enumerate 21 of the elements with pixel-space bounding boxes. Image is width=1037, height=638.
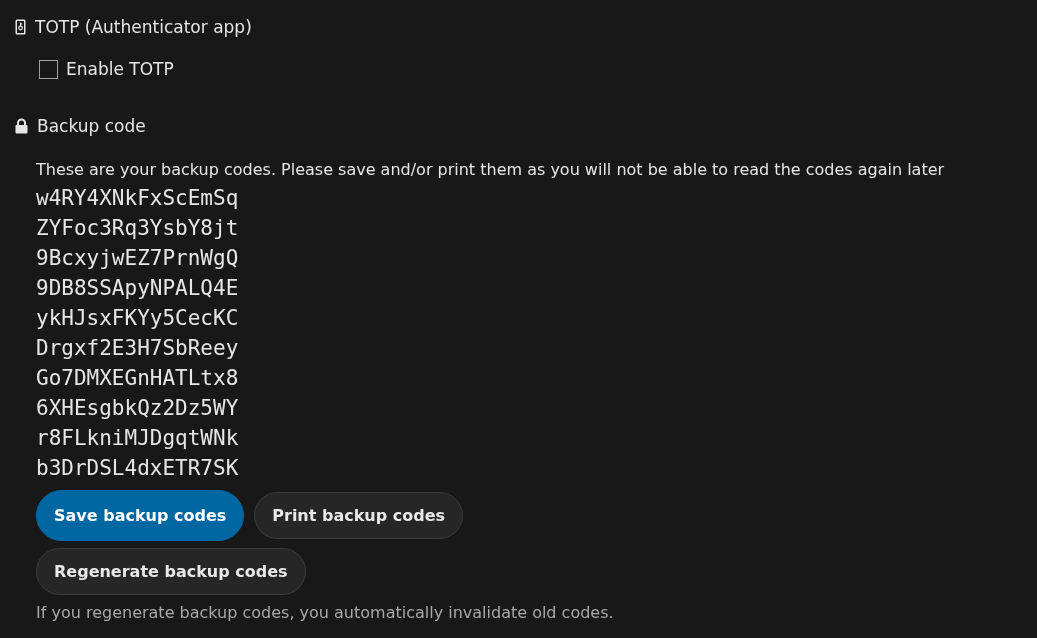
backup-code: ZYFoc3Rq3YsbY8jt [36,215,240,242]
hint-text: If you regenerate backup codes, you automatically invalidate old codes. [36,603,615,622]
backup-code: 9DB8SSApyNPALQ4E [36,275,240,302]
phone-key-icon [15,19,26,35]
backup-code: w4RY4XNkFxScEmSq [36,185,240,212]
backup-code: 6XHEsgbkQz2Dz5WY [36,395,240,422]
intro-text: These are your backup codes. Please save and/or print them as you will not be able to read the codes again later [36,159,946,181]
section-heading: TOTP (Authenticator app) [35,17,252,37]
primary-button[interactable]: Save backup codes [36,490,245,541]
lock-icon [15,118,28,134]
backup-code: ykHJsxFKYy5CecKC [36,305,240,332]
checkbox-label: Enable TOTP [66,59,174,79]
section-heading: Backup code [37,116,146,136]
backup-code: Go7DMXEGnHATLtx8 [36,365,240,392]
backup-code: b3DrDSL4dxETR7SK [36,455,240,482]
backup-code: 9BcxyjwEZ7PrnWgQ [36,245,240,272]
checkbox[interactable] [39,59,58,79]
backup-code: Drgxf2E3H7SbReey [36,335,240,362]
backup-code: r8FLkniMJDgqtWNk [36,425,240,452]
secondary-button[interactable]: Print backup codes [254,492,464,539]
secondary-button[interactable]: Regenerate backup codes [36,548,306,595]
